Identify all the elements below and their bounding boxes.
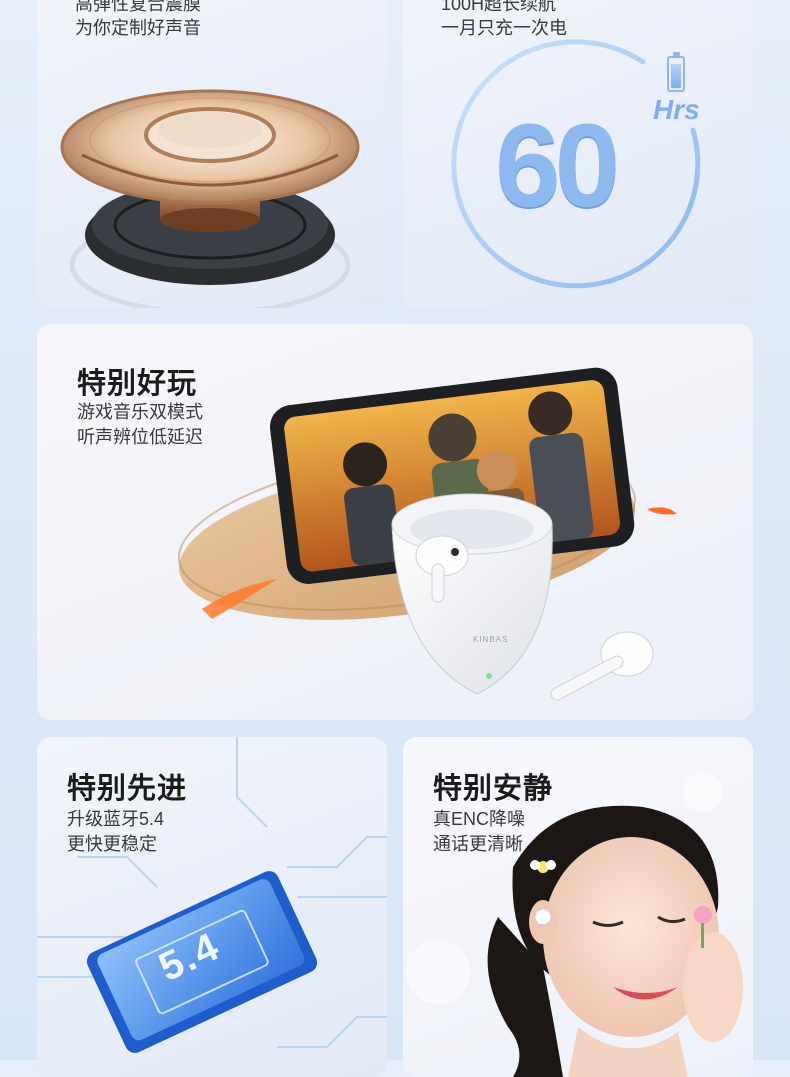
speaker-card: 高弹性复合震膜 为你定制好声音 [37, 0, 387, 308]
speaker-driver-image [60, 89, 360, 308]
battery-card: 100H超长续航 一月只充一次电 Hrs 60 [403, 0, 753, 308]
woman-photo [406, 772, 743, 1077]
gaming-scene-image [177, 367, 677, 701]
chip-image [37, 737, 387, 1053]
case-brand-label: KINBAS [473, 635, 509, 644]
enc-card: 特别安静 真ENC降噪 通话更清晰 [403, 737, 753, 1077]
bluetooth-card: 特别先进 升级蓝牙5.4 更快更稳定 5.4 [37, 737, 387, 1077]
gaming-card: 特别好玩 游戏音乐双模式 听声辨位低延迟 KINBAS [37, 324, 753, 720]
battery-hours-number: 60 [495, 100, 620, 232]
hours-unit: Hrs [653, 94, 700, 125]
battery-icon [667, 52, 685, 92]
